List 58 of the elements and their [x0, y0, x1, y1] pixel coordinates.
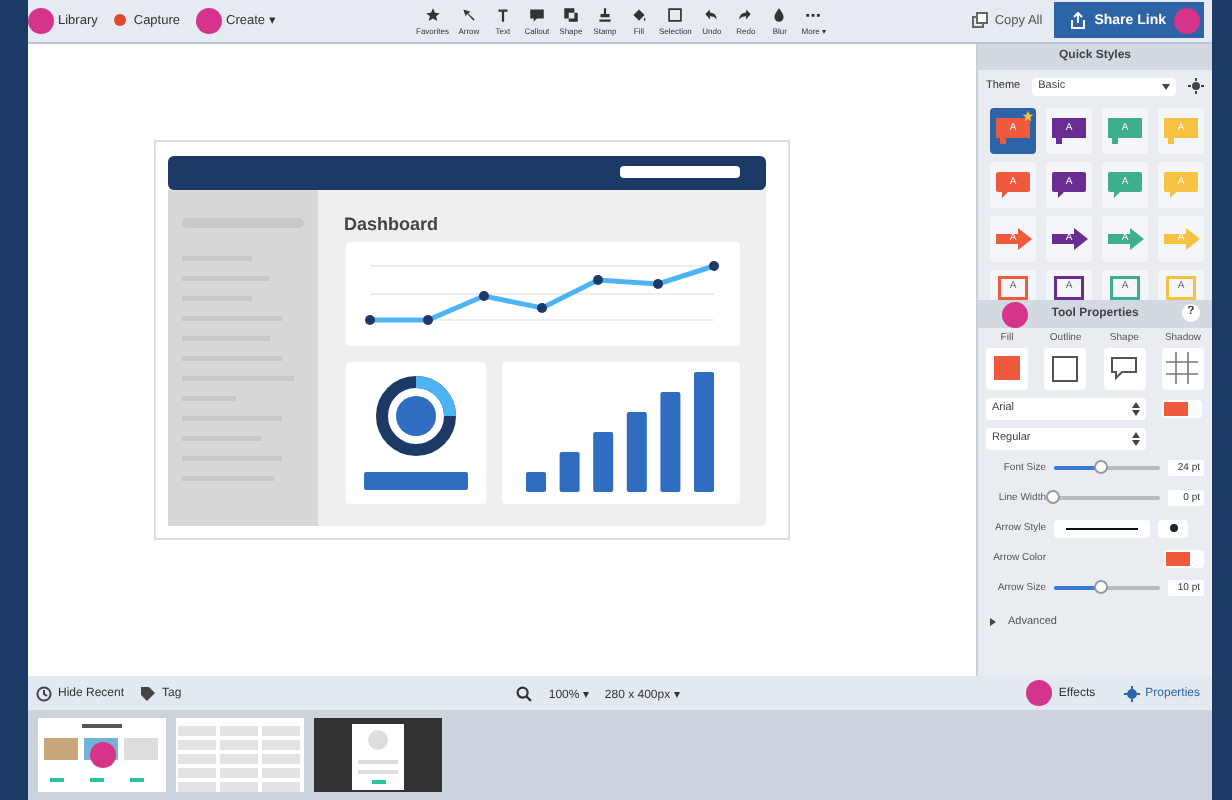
font-color-picker[interactable] — [1162, 399, 1202, 418]
arrow-shape — [1051, 227, 1087, 250]
frame-shape — [1166, 275, 1196, 300]
blur-icon — [770, 5, 789, 24]
tag-icon — [140, 685, 157, 702]
slider[interactable] — [1054, 586, 1160, 591]
arrow-shape — [1163, 227, 1199, 250]
speech-bubble-shape — [1108, 171, 1142, 198]
copy-icon — [972, 12, 989, 29]
record-icon — [113, 14, 126, 27]
arrow-color-picker[interactable] — [1164, 549, 1204, 568]
clock-icon — [36, 685, 52, 702]
arrowhead-dropdown[interactable] — [1158, 519, 1188, 538]
shape-icon — [561, 5, 580, 24]
dashboard-heading: Dashboard — [344, 213, 439, 234]
callout-icon — [1110, 356, 1139, 381]
speech-bubble-shape — [996, 171, 1030, 198]
share-icon — [1070, 11, 1087, 30]
frame-shape — [1054, 275, 1084, 300]
callout-shape — [1052, 117, 1086, 144]
slider[interactable] — [1054, 466, 1160, 471]
stamp-icon — [595, 5, 614, 24]
speech-bubble-shape — [1164, 171, 1198, 198]
grid-icon — [1166, 352, 1199, 385]
recent-capture-thumbnail[interactable] — [314, 718, 442, 792]
arrow-shape — [995, 227, 1031, 250]
hotspot-marker — [1174, 7, 1200, 34]
star-icon — [423, 5, 442, 24]
stepper-icon — [1132, 401, 1140, 416]
hotspot-marker — [196, 7, 222, 34]
frame-shape — [998, 275, 1028, 300]
callout-shape — [1164, 117, 1198, 144]
callout-icon — [527, 5, 546, 24]
fill-icon — [629, 5, 648, 24]
line-style-dropdown[interactable] — [1054, 519, 1150, 538]
hotspot-marker — [1026, 680, 1053, 707]
hotspot-marker — [1002, 301, 1028, 328]
undo-icon — [702, 5, 721, 24]
hotspot-marker — [28, 7, 54, 34]
text-icon — [493, 5, 512, 24]
stepper-icon — [1132, 431, 1140, 446]
outline-button[interactable] — [1044, 347, 1087, 390]
speech-bubble-shape — [1052, 171, 1086, 198]
caret-icon — [1162, 83, 1170, 90]
star-icon — [1022, 109, 1034, 122]
callout-shape — [996, 117, 1030, 144]
arrow-icon — [459, 5, 478, 24]
redo-icon — [736, 5, 755, 24]
frame-shape — [1110, 275, 1140, 300]
recent-capture-thumbnail[interactable] — [176, 718, 304, 792]
callout-shape — [1108, 117, 1142, 144]
selection-icon — [666, 5, 685, 24]
arrow-shape — [1107, 227, 1143, 250]
recent-capture-thumbnail[interactable] — [38, 718, 166, 792]
shadow-button[interactable] — [1161, 347, 1204, 390]
shape-button[interactable] — [1103, 347, 1146, 390]
fill-button[interactable] — [986, 347, 1028, 390]
zoom-icon[interactable] — [516, 685, 533, 702]
